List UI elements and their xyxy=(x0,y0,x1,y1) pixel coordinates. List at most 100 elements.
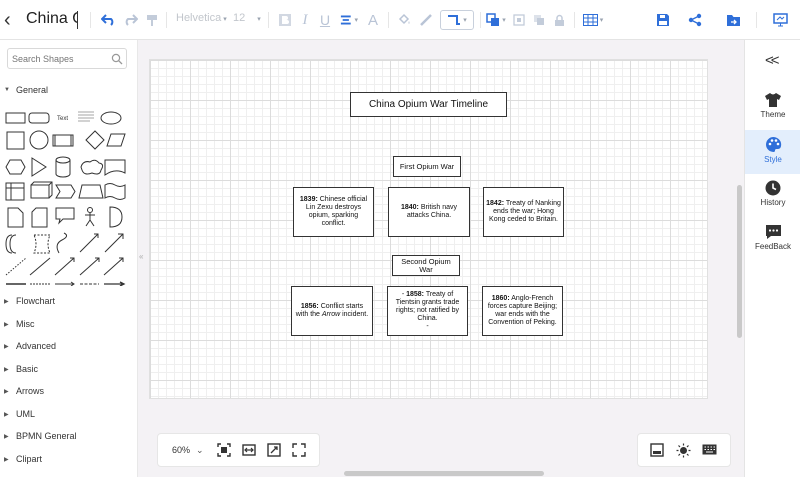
diagram-title-node[interactable]: China Opium War Timeline xyxy=(350,92,507,117)
shape-trapezoid xyxy=(78,184,104,199)
caret-right-icon: ▶ xyxy=(4,321,9,328)
collapse-left-icon[interactable]: « xyxy=(139,252,143,261)
general-shapes-grid: Text xyxy=(4,106,128,287)
horizontal-scrollbar[interactable] xyxy=(344,471,544,476)
present-icon[interactable] xyxy=(772,10,788,30)
toolbar-divider xyxy=(90,12,91,28)
toolbar-divider xyxy=(756,12,757,28)
category-label: Advanced xyxy=(16,341,57,351)
back-arrow-icon[interactable]: ‹ xyxy=(4,10,18,30)
diagram-canvas[interactable]: China Opium War Timeline First Opium War… xyxy=(149,59,708,399)
event-1840-node[interactable]: 1840: British navy attacks China. xyxy=(388,187,470,237)
undo-icon[interactable] xyxy=(100,10,116,30)
shape-rounded-rectangle xyxy=(28,112,50,124)
vertical-scrollbar[interactable] xyxy=(737,185,742,338)
category-misc[interactable]: ▶ Misc xyxy=(4,319,35,329)
italic-icon[interactable]: I xyxy=(298,10,312,30)
minimap-icon[interactable] xyxy=(650,443,664,462)
search-box[interactable] xyxy=(7,48,127,69)
format-painter-icon[interactable] xyxy=(144,10,160,30)
category-basic[interactable]: ▶ Basic xyxy=(4,364,38,374)
save-icon[interactable] xyxy=(655,10,671,30)
category-arrows[interactable]: ▶ Arrows xyxy=(4,386,44,396)
shape-arrow-line xyxy=(54,257,75,276)
actual-size-icon[interactable] xyxy=(267,443,281,462)
category-general[interactable]: ▼ General xyxy=(4,85,48,95)
event-1858-node[interactable]: - 1858: Treaty of Tientsin grants trade … xyxy=(387,286,468,336)
category-label: BPMN General xyxy=(16,431,77,441)
share-icon[interactable] xyxy=(687,10,703,30)
first-opium-war-node[interactable]: First Opium War xyxy=(393,156,461,177)
theme-brightness-icon[interactable] xyxy=(676,443,691,463)
font-size-select[interactable]: 12 ▾ xyxy=(233,12,261,24)
message-icon xyxy=(765,225,781,239)
shirt-icon xyxy=(765,93,781,107)
bold-icon[interactable] xyxy=(278,10,292,30)
chevron-down-icon: ▾ xyxy=(463,17,467,24)
shape-callout xyxy=(55,207,75,225)
arrange-icon[interactable]: ▾ xyxy=(486,10,506,30)
toolbar-divider xyxy=(388,12,389,28)
tab-style[interactable]: Style xyxy=(745,130,800,174)
collapse-right-panel-icon[interactable]: << xyxy=(765,52,779,69)
redo-icon[interactable] xyxy=(122,10,138,30)
second-opium-war-node[interactable]: Second Opium War xyxy=(392,255,460,276)
export-folder-icon[interactable] xyxy=(725,10,741,30)
keyboard-icon[interactable] xyxy=(702,443,717,461)
category-label: General xyxy=(16,85,49,95)
chevron-down-icon: ▾ xyxy=(257,16,261,23)
table-icon[interactable]: ▾ xyxy=(582,10,604,30)
fit-page-icon[interactable] xyxy=(217,443,231,462)
lock-icon[interactable] xyxy=(552,10,566,30)
toolbar-divider xyxy=(268,12,269,28)
search-icon[interactable] xyxy=(111,52,123,70)
shape-rectangle xyxy=(5,112,26,124)
text-align-icon[interactable]: ▾ xyxy=(340,10,358,30)
connector-style-select[interactable]: ▾ xyxy=(440,10,474,30)
shape-tape xyxy=(104,183,126,200)
search-input[interactable] xyxy=(8,49,108,69)
category-clipart[interactable]: ▶ Clipart xyxy=(4,454,42,464)
event-1856-node[interactable]: 1856: Conflict starts with the Arrow inc… xyxy=(291,286,373,336)
category-bpmn-general[interactable]: ▶ BPMN General xyxy=(4,431,77,441)
view-tools xyxy=(637,433,731,467)
tab-history[interactable]: History xyxy=(745,174,800,218)
zoom-level[interactable]: 60% xyxy=(172,445,190,455)
event-1860-node[interactable]: 1860: Anglo-French forces capture Beijin… xyxy=(482,286,563,336)
group-icon[interactable] xyxy=(512,10,526,30)
shape-document xyxy=(104,159,126,176)
text-color-icon[interactable]: A xyxy=(366,10,380,30)
fill-color-icon[interactable] xyxy=(396,10,412,30)
document-title[interactable]: China O xyxy=(26,10,78,28)
event-1839-node[interactable]: 1839: Chinese official Lin Zexu destroys… xyxy=(293,187,374,237)
shape-cylinder xyxy=(55,156,71,178)
caret-right-icon: ▶ xyxy=(4,456,9,463)
underline-icon[interactable]: U xyxy=(318,10,332,30)
category-advanced[interactable]: ▶ Advanced xyxy=(4,341,56,351)
clock-icon xyxy=(765,180,781,196)
shape-library-panel: ▼ General xyxy=(0,40,137,477)
shape-arrow-line-2 xyxy=(79,257,100,276)
line-color-icon[interactable] xyxy=(418,10,434,30)
font-family-select[interactable]: Helvetica ▾ xyxy=(176,12,227,24)
category-flowchart[interactable]: ▶ Flowchart xyxy=(4,296,55,306)
caret-right-icon: ▶ xyxy=(4,433,9,440)
fullscreen-icon[interactable] xyxy=(292,443,306,462)
chevron-down-icon[interactable]: ⌄ xyxy=(196,445,204,456)
event-1842-node[interactable]: 1842: Treaty of Nanking ends the war; Ho… xyxy=(483,187,564,237)
category-uml[interactable]: ▶ UML xyxy=(4,409,35,419)
caret-right-icon: ▶ xyxy=(4,411,9,418)
shape-palette[interactable]: Text xyxy=(4,106,128,287)
shape-horizontal-arrow xyxy=(55,281,75,287)
ungroup-icon[interactable] xyxy=(532,10,546,30)
toolbar-divider xyxy=(166,12,167,28)
canvas-area: China Opium War Timeline First Opium War… xyxy=(146,40,744,477)
chevron-down-icon: ▾ xyxy=(502,17,506,24)
left-panel-splitter[interactable]: « xyxy=(137,40,146,477)
app-window: ‹ China O Helvetica▾ 12▾ I U ▾ A xyxy=(0,0,800,477)
shape-dashed-line xyxy=(5,257,27,276)
tab-feedback[interactable]: FeedBack xyxy=(745,218,800,262)
tab-theme[interactable]: Theme xyxy=(745,86,800,130)
fit-width-icon[interactable] xyxy=(242,443,256,462)
tab-label: FeedBack xyxy=(754,242,792,251)
